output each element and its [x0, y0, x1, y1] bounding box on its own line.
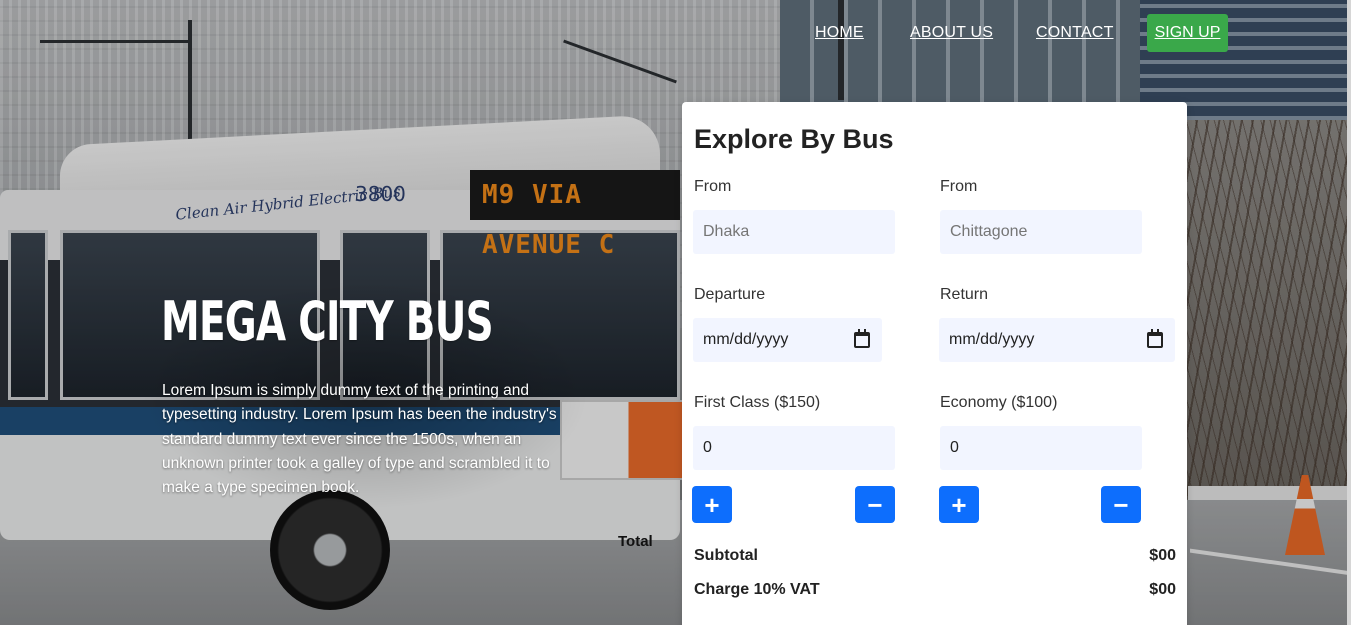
economy-label: Economy ($100) [940, 394, 1058, 411]
return-date-input[interactable]: mm/dd/yyyy [939, 318, 1175, 362]
calendar-icon[interactable] [1147, 329, 1163, 348]
return-date-value: mm/dd/yyyy [949, 331, 1035, 348]
from-label: From [694, 178, 732, 195]
from-input[interactable] [693, 210, 895, 254]
top-nav: HOME ABOUT US CONTACT SIGN UP [0, 14, 1351, 54]
departure-date-input[interactable]: mm/dd/yyyy [693, 318, 882, 362]
return-label: Return [940, 286, 989, 303]
first-class-minus-button[interactable]: − [855, 486, 895, 523]
subtotal-label: Subtotal [694, 547, 758, 564]
to-input[interactable] [940, 210, 1142, 254]
economy-minus-button[interactable]: − [1101, 486, 1141, 523]
vat-value: $00 [1149, 581, 1176, 598]
page-scrollbar[interactable] [1347, 0, 1351, 625]
booking-card: Explore By Bus From From Departure mm/dd… [682, 102, 1187, 625]
first-class-plus-button[interactable]: + [692, 486, 732, 523]
hero-title: MEGA CITY BUS [161, 290, 494, 353]
to-label: From [940, 178, 978, 195]
departure-date-value: mm/dd/yyyy [703, 331, 789, 348]
economy-quantity-input[interactable] [940, 426, 1142, 470]
sign-up-button[interactable]: SIGN UP [1147, 14, 1228, 52]
economy-plus-button[interactable]: + [939, 486, 979, 523]
total-label: Total [618, 533, 653, 550]
first-class-label: First Class ($150) [694, 394, 821, 411]
first-class-quantity-input[interactable] [693, 426, 895, 470]
calendar-icon[interactable] [854, 329, 870, 348]
departure-label: Departure [694, 286, 766, 303]
nav-about-link[interactable]: ABOUT US [910, 24, 993, 42]
nav-home-link[interactable]: HOME [815, 24, 864, 42]
booking-title: Explore By Bus [694, 124, 894, 154]
hero-description: Lorem Ipsum is simply dummy text of the … [162, 382, 557, 497]
subtotal-value: $00 [1149, 547, 1176, 564]
vat-label: Charge 10% VAT [694, 581, 820, 598]
nav-contact-link[interactable]: CONTACT [1036, 24, 1114, 42]
